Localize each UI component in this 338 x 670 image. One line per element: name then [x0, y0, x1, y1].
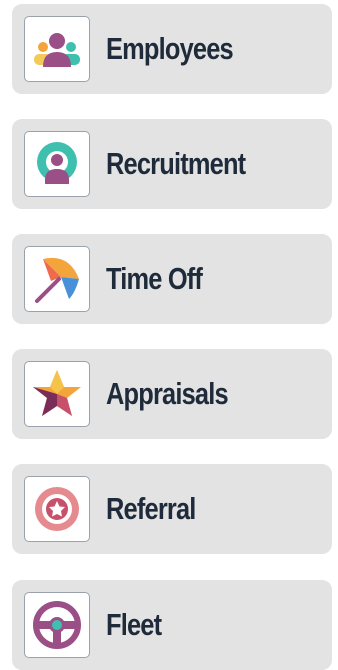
- app-recruitment[interactable]: Recruitment: [12, 119, 332, 209]
- app-icon-frame: [24, 131, 90, 197]
- referral-badge-icon: [35, 487, 79, 531]
- app-icon-frame: [24, 361, 90, 427]
- app-fleet[interactable]: Fleet: [12, 580, 332, 670]
- app-label: Time Off: [106, 261, 203, 296]
- app-label: Fleet: [106, 607, 162, 642]
- app-label: Referral: [106, 491, 196, 526]
- app-label: Appraisals: [106, 376, 229, 411]
- app-icon-frame: [24, 592, 90, 658]
- app-time-off[interactable]: Time Off: [12, 234, 332, 324]
- employees-icon: [34, 33, 80, 67]
- steering-wheel-icon: [33, 601, 81, 649]
- star-icon: [33, 370, 81, 416]
- app-icon-frame: [24, 246, 90, 312]
- umbrella-icon: [35, 257, 79, 303]
- app-label: Recruitment: [106, 146, 246, 181]
- app-icon-frame: [24, 16, 90, 82]
- app-appraisals[interactable]: Appraisals: [12, 349, 332, 439]
- app-icon-frame: [24, 476, 90, 542]
- app-referral[interactable]: Referral: [12, 464, 332, 554]
- app-label: Employees: [106, 31, 234, 66]
- app-employees[interactable]: Employees: [12, 4, 332, 94]
- recruitment-icon: [37, 142, 77, 184]
